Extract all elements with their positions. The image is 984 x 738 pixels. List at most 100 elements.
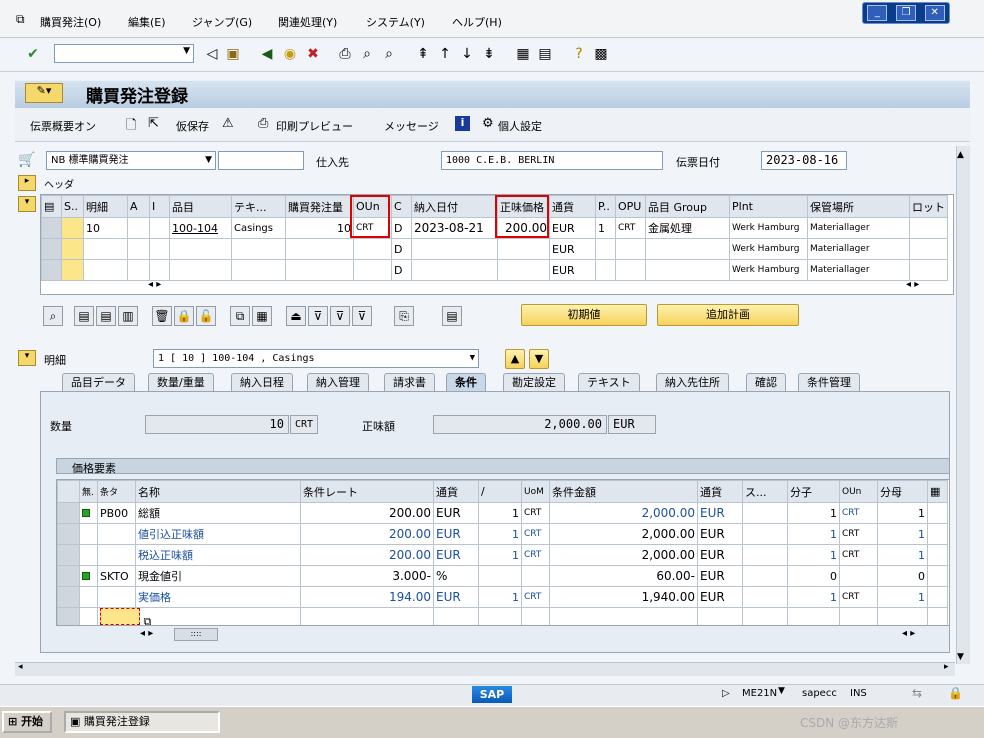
tab-delivery-address[interactable]: 納入先住所 — [656, 373, 729, 391]
new-doc-icon[interactable]: 🗋 — [126, 116, 136, 138]
tab-delivery[interactable]: 納入管理 — [307, 373, 369, 391]
scroll-left-icon[interactable]: ◂ ▸ — [148, 279, 161, 290]
col-status[interactable]: S.. — [61, 195, 84, 218]
col-text[interactable]: テキ... — [231, 195, 286, 218]
col-oun[interactable]: OUn — [839, 480, 878, 503]
row-selector[interactable] — [57, 586, 80, 608]
cell-denominator[interactable]: 0 — [877, 565, 928, 587]
tab-quantity-weight[interactable]: 数量/重量 — [148, 373, 214, 391]
other-doc-icon[interactable]: ⇱ — [148, 116, 159, 131]
print-icon[interactable]: ⎙ — [336, 45, 354, 63]
col-item[interactable]: 明細 — [83, 195, 128, 218]
other-po-icon[interactable]: ✎▾ — [25, 83, 63, 103]
save-icon[interactable]: ▣ — [224, 45, 242, 63]
additional-planning-button[interactable]: 追加計画 — [657, 304, 799, 326]
new-session-icon[interactable]: ▦ — [514, 45, 532, 63]
filter3-icon[interactable]: ⊽ — [352, 306, 372, 326]
status-button[interactable] — [61, 238, 84, 260]
cell-rate[interactable]: 3.000- — [300, 565, 434, 587]
tab-texts[interactable]: テキスト — [578, 373, 640, 391]
cell-material[interactable]: 100-104 — [169, 217, 232, 239]
tcode-dropdown-icon[interactable]: ▼ — [778, 686, 785, 696]
col-qty[interactable]: 購買発注量 — [285, 195, 354, 218]
start-button[interactable]: ⊞ 开始 — [2, 711, 52, 733]
status-toggle-icon[interactable]: ▷ — [722, 688, 730, 699]
col-rate[interactable]: 条件レート — [300, 480, 434, 503]
cell-itemcat[interactable] — [149, 217, 170, 239]
row-selector[interactable] — [57, 607, 80, 625]
back-icon[interactable]: ◀ — [258, 45, 276, 63]
close-icon[interactable]: ✕ — [924, 5, 945, 21]
cell-c[interactable]: D — [391, 238, 412, 260]
info-icon[interactable]: i — [455, 116, 470, 131]
cell-c[interactable]: D — [391, 217, 412, 239]
cell-cond-type[interactable]: SKTO — [97, 565, 136, 587]
new-condition-input[interactable]: ⧉ — [97, 607, 301, 625]
tab-material-data[interactable]: 品目データ — [62, 373, 135, 391]
row-selector[interactable] — [57, 523, 80, 545]
settings-icon[interactable]: ⚙ — [482, 116, 494, 131]
cell-currency[interactable]: % — [433, 565, 479, 587]
cell-per[interactable]: 1 — [478, 502, 522, 524]
select-all-icon[interactable]: ▤ — [41, 195, 62, 218]
col-itemcat[interactable]: I — [149, 195, 170, 218]
tab-confirmations[interactable]: 確認 — [746, 373, 786, 391]
row-selector[interactable] — [57, 544, 80, 566]
unlock-icon[interactable]: 🔓 — [196, 306, 216, 326]
menu-goto[interactable]: ジャンプ(G) — [192, 14, 252, 30]
cell-currency[interactable]: EUR — [433, 502, 479, 524]
col-opu[interactable]: OPU — [615, 195, 646, 218]
table-row[interactable]: 税込正味額 200.00 EUR 1 CRT 2,000.00 EUR 1 CR… — [57, 544, 948, 566]
col-cond-value[interactable]: 条件金額 — [549, 480, 698, 503]
col-currency[interactable]: 通貨 — [549, 195, 596, 218]
table-icon[interactable]: ▦ — [252, 306, 272, 326]
scroll-down-icon[interactable]: ▼ — [957, 652, 964, 662]
minimize-icon[interactable]: _ — [867, 5, 888, 21]
last-page-icon[interactable]: ⇟ — [480, 45, 498, 63]
main-hscroll[interactable] — [15, 662, 955, 676]
hscroll-right-icon[interactable]: ▸ — [944, 662, 949, 672]
cell-cond-type[interactable]: PB00 — [97, 502, 136, 524]
first-page-icon[interactable]: ⇞ — [414, 45, 432, 63]
col-denominator[interactable]: 分母 — [877, 480, 928, 503]
pricing-scroll-left-icon[interactable]: ◂ ▸ — [140, 628, 153, 639]
row-selector[interactable] — [57, 502, 80, 524]
scroll-right-icon[interactable]: ◂ ▸ — [906, 279, 919, 290]
cell-uom[interactable] — [521, 565, 550, 587]
tab-invoice[interactable]: 請求書 — [384, 373, 435, 391]
menu-environment[interactable]: 関連処理(Y) — [278, 14, 337, 30]
col-uom[interactable]: UoM — [521, 480, 550, 503]
taskbar-window-button[interactable]: ▣ 購買発注登録 — [64, 711, 220, 733]
menu-purchase-order[interactable]: 購買発注(O) — [40, 14, 101, 30]
cell-p[interactable]: 1 — [595, 217, 616, 239]
cell-currency[interactable]: EUR — [549, 217, 596, 239]
print-preview-button[interactable]: 印刷プレビュー — [276, 118, 353, 134]
col-currency2[interactable]: 通貨 — [697, 480, 743, 503]
col-currency[interactable]: 通貨 — [433, 480, 479, 503]
copy-icon[interactable]: ⧉ — [230, 306, 250, 326]
col-inactive[interactable]: 無. — [79, 480, 98, 503]
pricing-hscroll-thumb[interactable]: :::: — [174, 628, 218, 641]
row-selector[interactable] — [41, 217, 62, 239]
cell-numerator[interactable]: 0 — [787, 565, 840, 587]
col-batch[interactable]: ロット — [909, 195, 948, 218]
help-icon[interactable]: ? — [570, 45, 588, 63]
cell-per[interactable] — [478, 565, 522, 587]
next-item-button[interactable]: ▼ — [529, 349, 549, 369]
col-status[interactable]: ス... — [742, 480, 788, 503]
filter2-icon[interactable]: ⊽ — [330, 306, 350, 326]
restore-icon[interactable]: ❐ — [895, 5, 916, 21]
col-plant[interactable]: Plnt — [729, 195, 808, 218]
cell-plant[interactable]: Werk Hamburg — [729, 217, 808, 239]
delete-icon[interactable]: 🗑 — [152, 306, 172, 326]
layout-icon[interactable]: ▩ — [592, 45, 610, 63]
cell-denominator[interactable]: 1 — [877, 502, 928, 524]
print-preview-icon[interactable]: ⎙ — [258, 116, 268, 131]
col-name[interactable]: 名称 — [135, 480, 301, 503]
details-icon[interactable]: ⌕ — [43, 306, 63, 326]
status-mode[interactable]: INS — [850, 688, 867, 699]
copy-item2-icon[interactable]: ▤ — [96, 306, 116, 326]
table-row[interactable]: 値引込正味額 200.00 EUR 1 CRT 2,000.00 EUR 1 C… — [57, 523, 948, 545]
cell-text[interactable]: Casings — [231, 217, 286, 239]
menu-help[interactable]: ヘルプ(H) — [452, 14, 502, 30]
